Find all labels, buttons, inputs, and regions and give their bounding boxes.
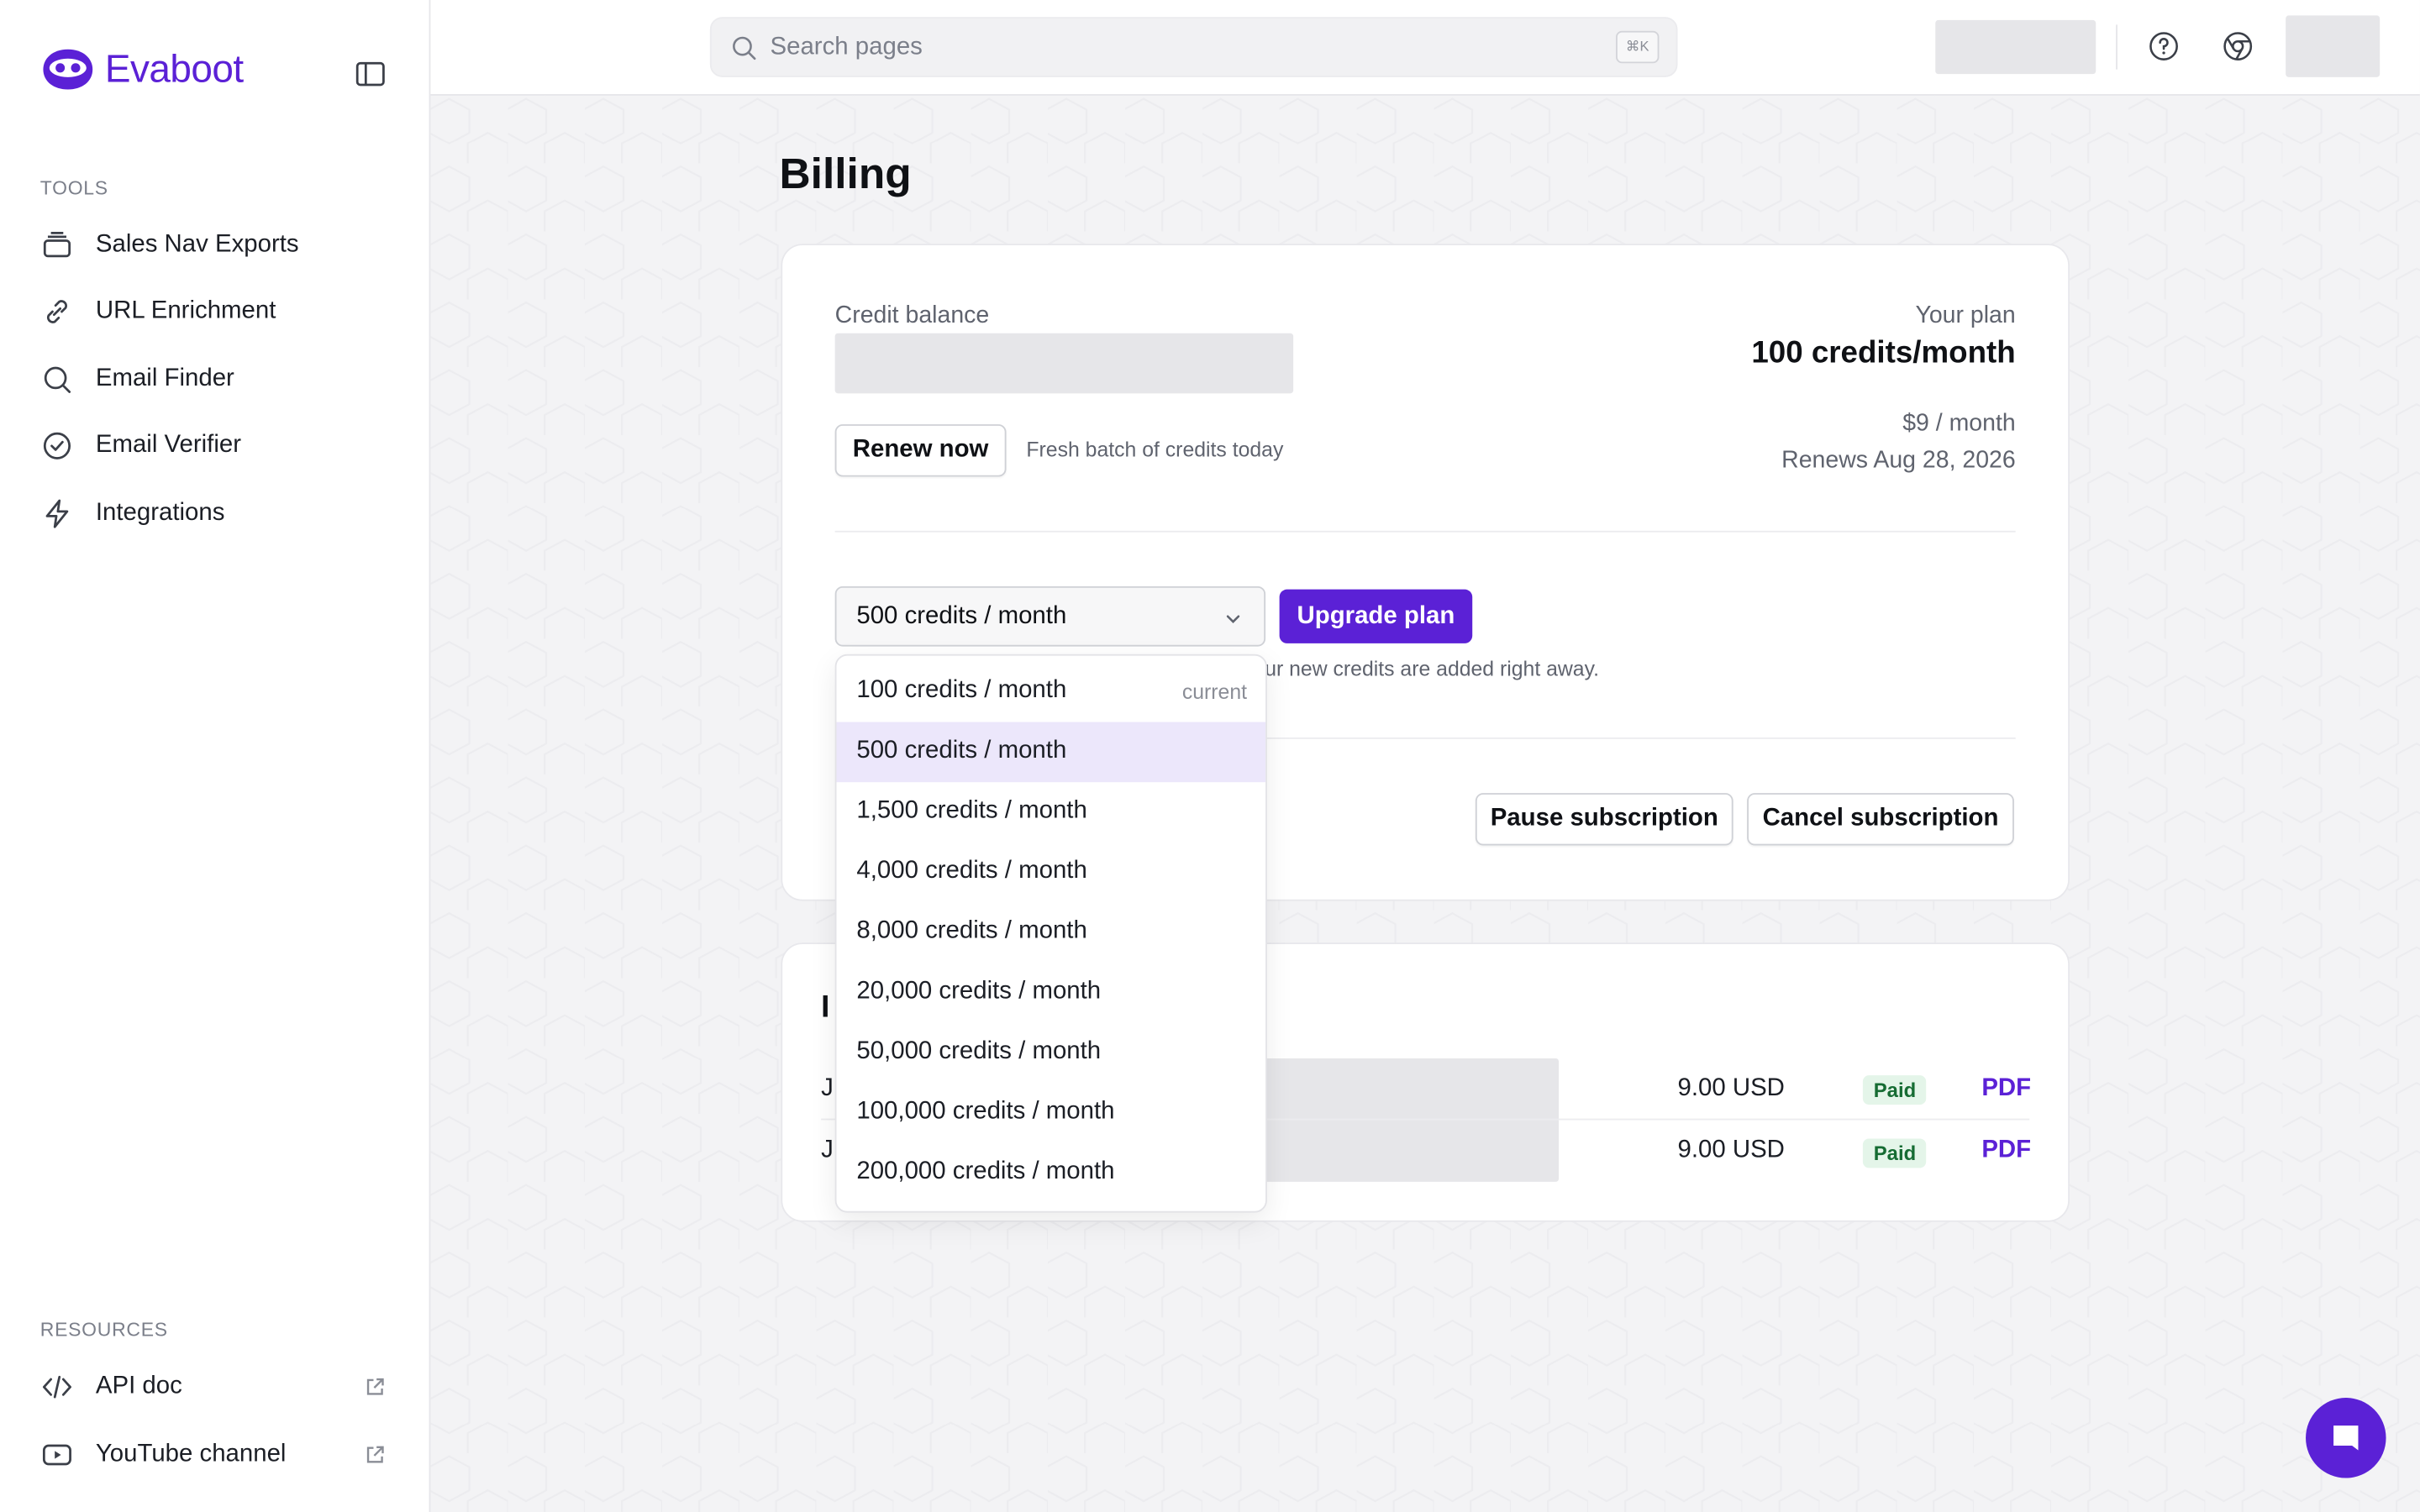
avatar[interactable] (2286, 15, 2381, 77)
plan-renewal-date: Renews Aug 28, 2026 (1781, 447, 2016, 474)
plan-option[interactable]: 20,000 credits / month (836, 963, 1265, 1023)
plan-select-value: 500 credits / month (856, 603, 1067, 630)
external-link-icon (366, 1378, 384, 1395)
evaboot-logo[interactable]: Evaboot (40, 46, 244, 92)
topbar-placeholder-block (1935, 19, 2096, 75)
invoice-date: J (821, 1137, 834, 1163)
invoice-pdf-link[interactable]: PDF (1981, 1075, 2031, 1103)
code-icon (42, 1375, 71, 1399)
divider (834, 530, 2016, 533)
sidebar-item-youtube-channel[interactable]: YouTube channel (40, 1436, 287, 1473)
status-badge: Paid (1862, 1138, 1928, 1168)
cancel-subscription-button[interactable]: Cancel subscription (1747, 793, 2014, 846)
current-tag: current (1181, 680, 1248, 704)
sidebar-item-label: Sales Nav Exports (95, 231, 299, 258)
invoice-date: J (821, 1075, 834, 1102)
resources-section-label: RESOURCES (39, 1319, 168, 1341)
chat-launcher-button[interactable] (2306, 1398, 2386, 1478)
plan-option-label: 100,000 credits / month (856, 1098, 1115, 1125)
plan-option[interactable]: 100,000 credits / month (836, 1083, 1265, 1143)
plan-option[interactable]: 4,000 credits / month (836, 843, 1265, 903)
invoice-pdf-link[interactable]: PDF (1981, 1137, 2031, 1165)
sidebar-item-label: YouTube channel (95, 1441, 287, 1467)
youtube-icon (42, 1444, 71, 1466)
sidebar-item-label: Email Finder (95, 365, 234, 392)
page-title: Billing (779, 150, 912, 198)
sidebar-item-label: API doc (95, 1373, 182, 1399)
plan-option[interactable]: 8,000 credits / month (836, 902, 1265, 963)
plan-dropdown-menu: 100 credits / month current 500 credits … (834, 654, 1267, 1213)
sidebar-toggle-icon[interactable] (355, 59, 386, 90)
app-name: Evaboot (104, 47, 244, 91)
search-icon (733, 36, 756, 60)
your-plan-label: Your plan (1915, 302, 2016, 329)
divider (1265, 737, 2016, 739)
plan-option-label: 200,000 credits / month (856, 1158, 1115, 1185)
upgrade-note: our new credits are added right away. (1253, 657, 1600, 680)
upgrade-plan-button[interactable]: Upgrade plan (1279, 589, 1473, 643)
search-icon (44, 366, 71, 393)
invoices-title: I (821, 990, 830, 1025)
sidebar-item-sales-nav-exports[interactable]: Sales Nav Exports (40, 227, 299, 264)
sidebar: Evaboot TOOLS Sales Nav Exports URL Enri… (0, 0, 431, 1512)
lightning-icon (45, 499, 69, 528)
plan-option-label: 8,000 credits / month (856, 917, 1087, 945)
plan-option-label: 100 credits / month (856, 677, 1067, 704)
plan-name: 100 credits/month (1751, 336, 2016, 370)
sidebar-item-api-doc[interactable]: API doc (40, 1368, 182, 1405)
sidebar-item-url-enrichment[interactable]: URL Enrichment (40, 293, 276, 330)
renew-now-button[interactable]: Renew now (834, 424, 1007, 477)
plan-option-selected[interactable]: 500 credits / month (836, 722, 1266, 783)
credit-balance-placeholder (834, 333, 1294, 394)
sidebar-item-email-finder[interactable]: Email Finder (40, 361, 234, 398)
plan-option[interactable]: 50,000 credits / month (836, 1023, 1265, 1084)
check-circle-icon (43, 432, 71, 459)
plan-option[interactable]: 1,500 credits / month (836, 782, 1265, 843)
chevron-down-icon (1226, 615, 1240, 624)
sidebar-item-email-verifier[interactable]: Email Verifier (40, 428, 241, 465)
chrome-icon[interactable] (2223, 31, 2254, 62)
plan-option-label: 500 credits / month (856, 737, 1067, 764)
pause-subscription-button[interactable]: Pause subscription (1475, 793, 1733, 846)
status-badge: Paid (1862, 1075, 1928, 1105)
plan-option-label: 1,500 credits / month (856, 797, 1087, 824)
help-icon[interactable] (2149, 31, 2180, 62)
external-link-icon (366, 1446, 384, 1463)
sidebar-item-label: Email Verifier (95, 432, 241, 459)
sidebar-item-label: Integrations (95, 500, 225, 527)
invoice-amount: 9.00 USD (1677, 1075, 1785, 1102)
credit-balance-label: Credit balance (834, 302, 990, 329)
plan-select[interactable]: 500 credits / month (834, 585, 1266, 647)
topbar-divider (2116, 24, 2118, 70)
search-input[interactable]: Search pages ⌘K (709, 17, 1678, 77)
tools-section-label: TOOLS (39, 177, 108, 199)
evaboot-logo-icon (43, 49, 93, 90)
chat-icon (2333, 1425, 2359, 1451)
plan-price: $9 / month (1902, 410, 2016, 437)
sidebar-item-label: URL Enrichment (95, 297, 276, 324)
plan-option-label: 4,000 credits / month (856, 858, 1087, 885)
plan-option-label: 50,000 credits / month (856, 1038, 1102, 1065)
link-icon (46, 300, 67, 323)
plan-option[interactable]: 200,000 credits / month (836, 1143, 1265, 1204)
plan-option-label: 20,000 credits / month (856, 978, 1102, 1005)
sidebar-item-integrations[interactable]: Integrations (40, 496, 225, 533)
plan-option[interactable]: 100 credits / month current (836, 662, 1265, 722)
invoice-amount: 9.00 USD (1677, 1137, 1785, 1163)
search-placeholder: Search pages (770, 34, 923, 60)
stack-icon (43, 231, 71, 258)
shortcut-badge: ⌘K (1616, 30, 1660, 64)
renew-note: Fresh batch of credits today (1026, 438, 1284, 462)
